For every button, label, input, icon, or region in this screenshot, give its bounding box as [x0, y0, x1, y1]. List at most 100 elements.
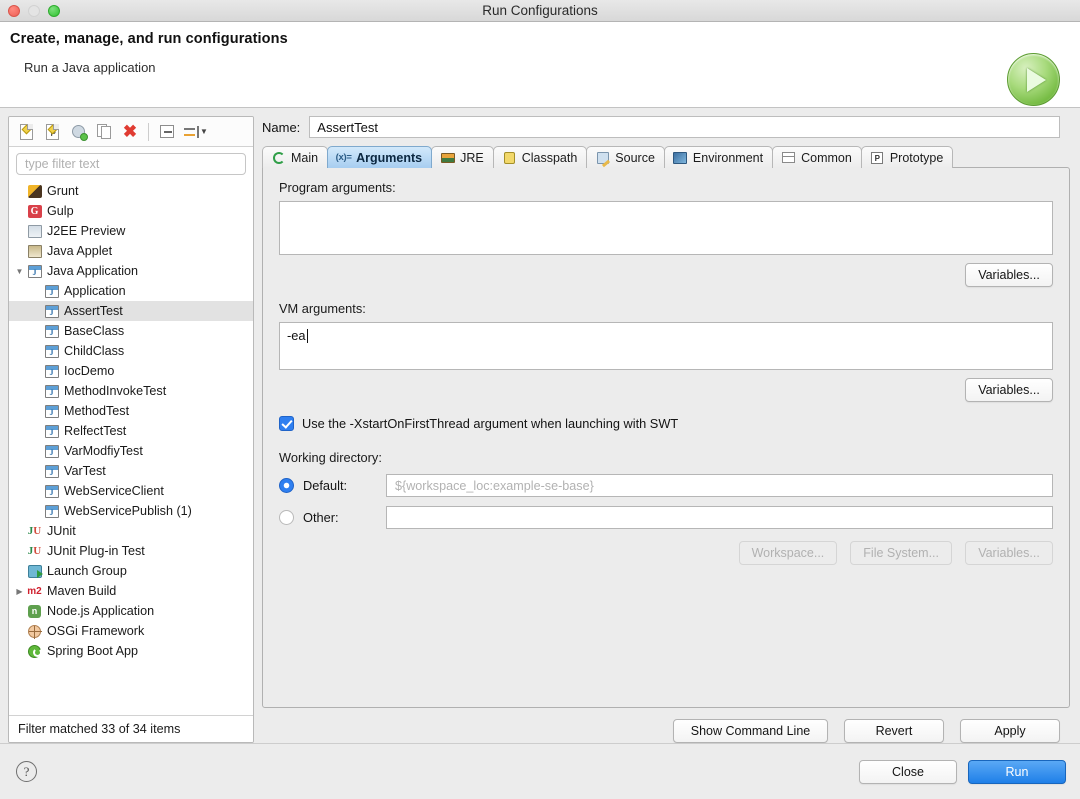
- filter-input[interactable]: [16, 153, 246, 175]
- tree-item-asserttest[interactable]: AssertTest: [9, 301, 253, 321]
- tab-jre[interactable]: JRE: [431, 146, 494, 168]
- window-title: Run Configurations: [482, 3, 598, 18]
- tree-item-application[interactable]: Application: [9, 281, 253, 301]
- working-directory-default-row[interactable]: Default: ${workspace_loc:example-se-base…: [279, 474, 1053, 497]
- show-command-line-button[interactable]: Show Command Line: [673, 719, 828, 743]
- program-arguments-input[interactable]: [279, 201, 1053, 255]
- tab-classpath[interactable]: Classpath: [492, 146, 588, 168]
- java-icon: [26, 264, 43, 278]
- vm-arguments-input[interactable]: -ea: [279, 322, 1053, 370]
- banner-subheading: Run a Java application: [24, 60, 156, 75]
- tree-item-label: Java Applet: [47, 244, 113, 258]
- revert-button[interactable]: Revert: [844, 719, 944, 743]
- default-directory-input[interactable]: ${workspace_loc:example-se-base}: [386, 474, 1053, 497]
- tree-item-osgi-framework[interactable]: OSGi Framework: [9, 621, 253, 641]
- workspace-button[interactable]: Workspace...: [738, 541, 838, 565]
- tree-item-label: Grunt: [47, 184, 79, 198]
- tree-item-relfecttest[interactable]: RelfectTest: [9, 421, 253, 441]
- tree-item-maven-build[interactable]: ▶ m2 Maven Build: [9, 581, 253, 601]
- maximize-window-button[interactable]: [48, 5, 60, 17]
- run-button[interactable]: Run: [968, 759, 1066, 784]
- tree-twisty-icon[interactable]: ▶: [13, 587, 26, 596]
- configurations-tree[interactable]: Grunt G Gulp J2EE Preview Java Applet ▼ Java A…: [9, 180, 253, 715]
- tree-item-baseclass[interactable]: BaseClass: [9, 321, 253, 341]
- apply-button[interactable]: Apply: [960, 719, 1060, 743]
- configurations-panel: P ✖ ▼ GruntGGulpJ2EE PreviewJava App: [8, 116, 254, 743]
- java-icon: [43, 324, 60, 338]
- main-tab-icon: [271, 151, 286, 165]
- toolbar-separator: [148, 122, 149, 141]
- tree-item-iocdemo[interactable]: IocDemo: [9, 361, 253, 381]
- configurations-toolbar: P ✖ ▼: [9, 117, 253, 147]
- new-configuration-icon[interactable]: [14, 121, 38, 143]
- close-button[interactable]: Close: [859, 759, 957, 784]
- window-controls[interactable]: [8, 5, 60, 17]
- program-variables-button[interactable]: Variables...: [965, 263, 1053, 287]
- prototype-tab-icon: P: [870, 151, 885, 165]
- tab-environment[interactable]: Environment: [663, 146, 774, 168]
- tree-item-label: Launch Group: [47, 564, 127, 578]
- tree-item-methodinvoketest[interactable]: MethodInvokeTest: [9, 381, 253, 401]
- tree-item-label: ChildClass: [64, 344, 125, 358]
- tab-label: Environment: [692, 150, 764, 165]
- other-radio[interactable]: [279, 510, 294, 525]
- collapse-all-icon[interactable]: [155, 121, 179, 143]
- close-window-button[interactable]: [8, 5, 20, 17]
- default-radio[interactable]: [279, 478, 294, 493]
- filter-launch-configurations-icon[interactable]: ▼: [181, 121, 211, 143]
- tree-item-webserviceclient[interactable]: WebServiceClient: [9, 481, 253, 501]
- delete-configuration-icon[interactable]: ✖: [118, 121, 142, 143]
- java-applet-icon: [26, 244, 43, 258]
- tree-item-varmodfiytest[interactable]: VarModfiyTest: [9, 441, 253, 461]
- tab-label: JRE: [460, 150, 484, 165]
- tree-item-java-application[interactable]: ▼ Java Application: [9, 261, 253, 281]
- arguments-tab-panel: Program arguments: Variables... VM argum…: [262, 167, 1070, 708]
- export-configuration-icon[interactable]: [66, 121, 90, 143]
- vm-arguments-label: VM arguments:: [279, 301, 366, 316]
- tree-item-spring-boot-app[interactable]: Spring Boot App: [9, 641, 253, 661]
- tree-item-childclass[interactable]: ChildClass: [9, 341, 253, 361]
- duplicate-configuration-icon[interactable]: [92, 121, 116, 143]
- tab-source[interactable]: Source: [586, 146, 665, 168]
- tree-item-junit[interactable]: JU JUnit: [9, 521, 253, 541]
- tab-main[interactable]: Main: [262, 146, 329, 168]
- tree-item-label: Node.js Application: [47, 604, 155, 618]
- other-radio-label: Other:: [303, 510, 339, 525]
- working-directory-other-row[interactable]: Other:: [279, 506, 1053, 529]
- tree-item-label: RelfectTest: [64, 424, 127, 438]
- swt-checkbox-label: Use the -XstartOnFirstThread argument wh…: [302, 416, 679, 431]
- tree-item-methodtest[interactable]: MethodTest: [9, 401, 253, 421]
- tree-twisty-icon[interactable]: ▼: [13, 267, 26, 276]
- minimize-window-button[interactable]: [28, 5, 40, 17]
- tree-item-node-js-application[interactable]: n Node.js Application: [9, 601, 253, 621]
- maven-icon: m2: [27, 585, 42, 597]
- swt-checkbox[interactable]: [279, 416, 294, 431]
- tree-item-label: WebServiceClient: [64, 484, 164, 498]
- working-dir-variables-button[interactable]: Variables...: [965, 541, 1053, 565]
- file-system-button[interactable]: File System...: [850, 541, 952, 565]
- working-directory-label: Working directory:: [279, 450, 382, 465]
- vm-variables-button[interactable]: Variables...: [965, 378, 1053, 402]
- tab-label: Classpath: [521, 150, 578, 165]
- vm-arguments-button-row: Variables...: [279, 378, 1053, 402]
- other-directory-input[interactable]: [386, 506, 1053, 529]
- tree-item-grunt[interactable]: Grunt: [9, 181, 253, 201]
- text-caret: [306, 329, 308, 343]
- tree-item-vartest[interactable]: VarTest: [9, 461, 253, 481]
- help-icon[interactable]: ?: [16, 761, 37, 782]
- swt-checkbox-row[interactable]: Use the -XstartOnFirstThread argument wh…: [279, 416, 1053, 431]
- tree-item-gulp[interactable]: G Gulp: [9, 201, 253, 221]
- tree-item-launch-group[interactable]: Launch Group: [9, 561, 253, 581]
- dialog-banner: Create, manage, and run configurations R…: [0, 22, 1080, 108]
- name-input[interactable]: [309, 116, 1060, 138]
- tab-bar[interactable]: Main (x)= Arguments JRE Classpath Source Envir…: [262, 145, 1070, 168]
- tree-item-java-applet[interactable]: Java Applet: [9, 241, 253, 261]
- new-prototype-icon[interactable]: P: [40, 121, 64, 143]
- tab-prototype[interactable]: P Prototype: [860, 146, 954, 168]
- tree-item-webservicepublish-1[interactable]: WebServicePublish (1): [9, 501, 253, 521]
- tree-item-junit-plug-in-test[interactable]: JU JUnit Plug-in Test: [9, 541, 253, 561]
- tab-arguments[interactable]: (x)= Arguments: [327, 146, 433, 168]
- tab-common[interactable]: Common: [772, 146, 862, 168]
- tree-item-label: OSGi Framework: [47, 624, 145, 638]
- tree-item-j2ee-preview[interactable]: J2EE Preview: [9, 221, 253, 241]
